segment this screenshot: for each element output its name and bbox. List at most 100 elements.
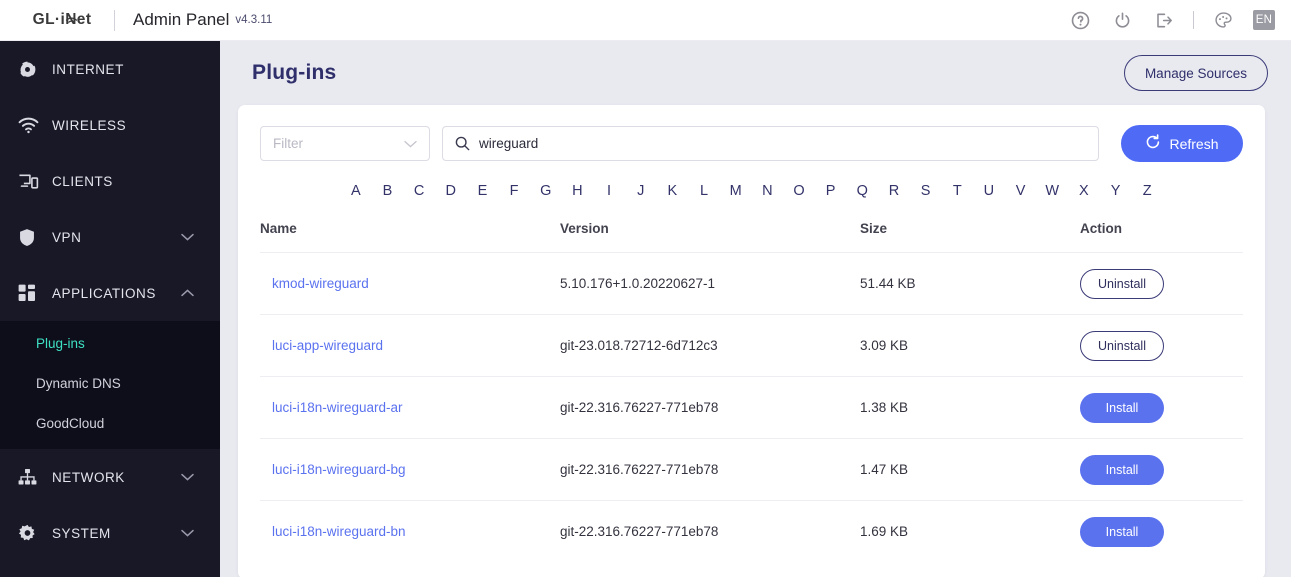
cell-name: luci-i18n-wireguard-bn — [260, 500, 560, 563]
help-icon[interactable] — [1059, 0, 1101, 41]
sidebar-item-applications[interactable]: APPLICATIONS — [0, 265, 220, 321]
sidebar-item-internet[interactable]: INTERNET — [0, 41, 220, 97]
shield-icon — [18, 228, 44, 247]
grid-icon — [18, 284, 44, 302]
cell-size: 51.44 KB — [860, 252, 1080, 315]
search-input[interactable]: wireguard — [442, 126, 1099, 161]
search-icon — [455, 136, 470, 151]
package-link[interactable]: luci-i18n-wireguard-bn — [272, 524, 406, 539]
alphabet-letter[interactable]: P — [815, 183, 847, 199]
sidebar-item-label: APPLICATIONS — [52, 285, 156, 301]
wifi-signal-icon — [65, 12, 78, 30]
cell-action: Uninstall — [1080, 252, 1243, 315]
sidebar-item-wireless[interactable]: WIRELESS — [0, 97, 220, 153]
alphabet-letter[interactable]: D — [435, 183, 467, 199]
theme-palette-icon[interactable] — [1202, 0, 1244, 41]
alphabet-letter[interactable]: U — [973, 183, 1005, 199]
package-link[interactable]: luci-app-wireguard — [272, 338, 383, 353]
table-row: luci-i18n-wireguard-ar git-22.316.76227-7… — [260, 376, 1243, 439]
cell-version: 5.10.176+1.0.20220627-1 — [560, 252, 860, 315]
wifi-icon — [18, 117, 44, 134]
alphabet-letter[interactable]: Q — [846, 183, 878, 199]
sidebar: INTERNET WIRELESS CLIENTS VPN APPLICATIO… — [0, 41, 220, 577]
search-input-value: wireguard — [479, 136, 539, 151]
install-button[interactable]: Install — [1080, 392, 1164, 423]
page-title-header: Admin Panel — [133, 10, 230, 29]
cell-name: luci-i18n-wireguard-ar — [260, 376, 560, 439]
plugins-card: Filter wireguard Refresh A B C D E F G H… — [238, 105, 1265, 577]
alphabet-letter[interactable]: Y — [1100, 183, 1132, 199]
install-button[interactable]: Install — [1080, 454, 1164, 485]
cell-name: luci-i18n-wireguard-bg — [260, 438, 560, 501]
logout-icon[interactable] — [1143, 0, 1185, 41]
refresh-icon — [1145, 134, 1161, 153]
header-actions: EN — [1059, 0, 1275, 41]
cell-name: kmod-wireguard — [260, 252, 560, 315]
alphabet-letter[interactable]: L — [688, 183, 720, 199]
alphabet-letter[interactable]: A — [340, 183, 372, 199]
power-icon[interactable] — [1101, 0, 1143, 41]
sidebar-subitem-label: Plug-ins — [36, 335, 85, 351]
uninstall-button[interactable]: Uninstall — [1080, 330, 1164, 361]
top-bar: GL·iNet Admin Panel v4.3.11 EN — [0, 0, 1291, 41]
alphabet-letter[interactable]: R — [878, 183, 910, 199]
sidebar-item-vpn[interactable]: VPN — [0, 209, 220, 265]
alphabet-letter[interactable]: G — [530, 183, 562, 199]
page-header: Plug-ins Manage Sources — [220, 41, 1291, 105]
gear-icon — [18, 524, 44, 543]
globe-icon — [18, 60, 44, 79]
cell-action: Install — [1080, 376, 1243, 439]
alphabet-letter[interactable]: K — [657, 183, 689, 199]
sidebar-item-system[interactable]: SYSTEM — [0, 505, 220, 561]
alphabet-letter[interactable]: C — [403, 183, 435, 199]
filter-select[interactable]: Filter — [260, 126, 430, 161]
alphabet-letter[interactable]: F — [498, 183, 530, 199]
alphabet-letter[interactable]: T — [941, 183, 973, 199]
cell-size: 1.69 KB — [860, 500, 1080, 563]
cell-size: 3.09 KB — [860, 314, 1080, 377]
filter-placeholder: Filter — [273, 136, 303, 151]
header-divider — [114, 9, 115, 31]
sidebar-item-dynamic-dns[interactable]: Dynamic DNS — [0, 363, 220, 403]
alphabet-filter: ABCDEFGHIJKLMNOPQRSTUVWXYZ — [260, 183, 1243, 199]
alphabet-letter[interactable]: X — [1068, 183, 1100, 199]
sidebar-item-network[interactable]: NETWORK — [0, 449, 220, 505]
sidebar-item-label: NETWORK — [52, 469, 125, 485]
alphabet-letter[interactable]: N — [752, 183, 784, 199]
manage-sources-button[interactable]: Manage Sources — [1123, 55, 1268, 91]
alphabet-letter[interactable]: W — [1036, 183, 1068, 199]
alphabet-letter[interactable]: E — [467, 183, 499, 199]
table-row: luci-i18n-wireguard-bg git-22.316.76227-7… — [260, 438, 1243, 501]
column-header-size: Size — [860, 221, 888, 236]
brand-logo[interactable]: GL·iNet — [14, 11, 110, 29]
alphabet-letter[interactable]: H — [562, 183, 594, 199]
alphabet-letter[interactable]: O — [783, 183, 815, 199]
sidebar-item-plug-ins[interactable]: Plug-ins — [0, 323, 220, 363]
sidebar-subitem-label: GoodCloud — [36, 415, 105, 431]
alphabet-letter[interactable]: S — [910, 183, 942, 199]
sidebar-item-clients[interactable]: CLIENTS — [0, 153, 220, 209]
alphabet-letter[interactable]: V — [1005, 183, 1037, 199]
cell-action: Install — [1080, 438, 1243, 501]
install-button[interactable]: Install — [1080, 516, 1164, 547]
language-badge[interactable]: EN — [1253, 10, 1275, 30]
chevron-down-icon — [181, 473, 194, 481]
uninstall-button[interactable]: Uninstall — [1080, 268, 1164, 299]
alphabet-letter[interactable]: B — [372, 183, 404, 199]
table-header-row: Name Version Size Action — [260, 221, 1243, 253]
main-content: Plug-ins Manage Sources Filter wireguard — [220, 41, 1291, 577]
package-link[interactable]: kmod-wireguard — [272, 276, 369, 291]
sidebar-item-label: WIRELESS — [52, 117, 127, 133]
alphabet-letter[interactable]: I — [593, 183, 625, 199]
alphabet-letter[interactable]: J — [625, 183, 657, 199]
sidebar-item-label: CLIENTS — [52, 173, 113, 189]
sidebar-item-goodcloud[interactable]: GoodCloud — [0, 403, 220, 443]
refresh-button[interactable]: Refresh — [1121, 125, 1243, 162]
alphabet-letter[interactable]: Z — [1131, 183, 1163, 199]
header-action-divider — [1193, 11, 1194, 29]
sidebar-subitem-label: Dynamic DNS — [36, 375, 121, 391]
cell-version: git-22.316.76227-771eb78 — [560, 376, 860, 439]
package-link[interactable]: luci-i18n-wireguard-bg — [272, 462, 406, 477]
package-link[interactable]: luci-i18n-wireguard-ar — [272, 400, 403, 415]
alphabet-letter[interactable]: M — [720, 183, 752, 199]
